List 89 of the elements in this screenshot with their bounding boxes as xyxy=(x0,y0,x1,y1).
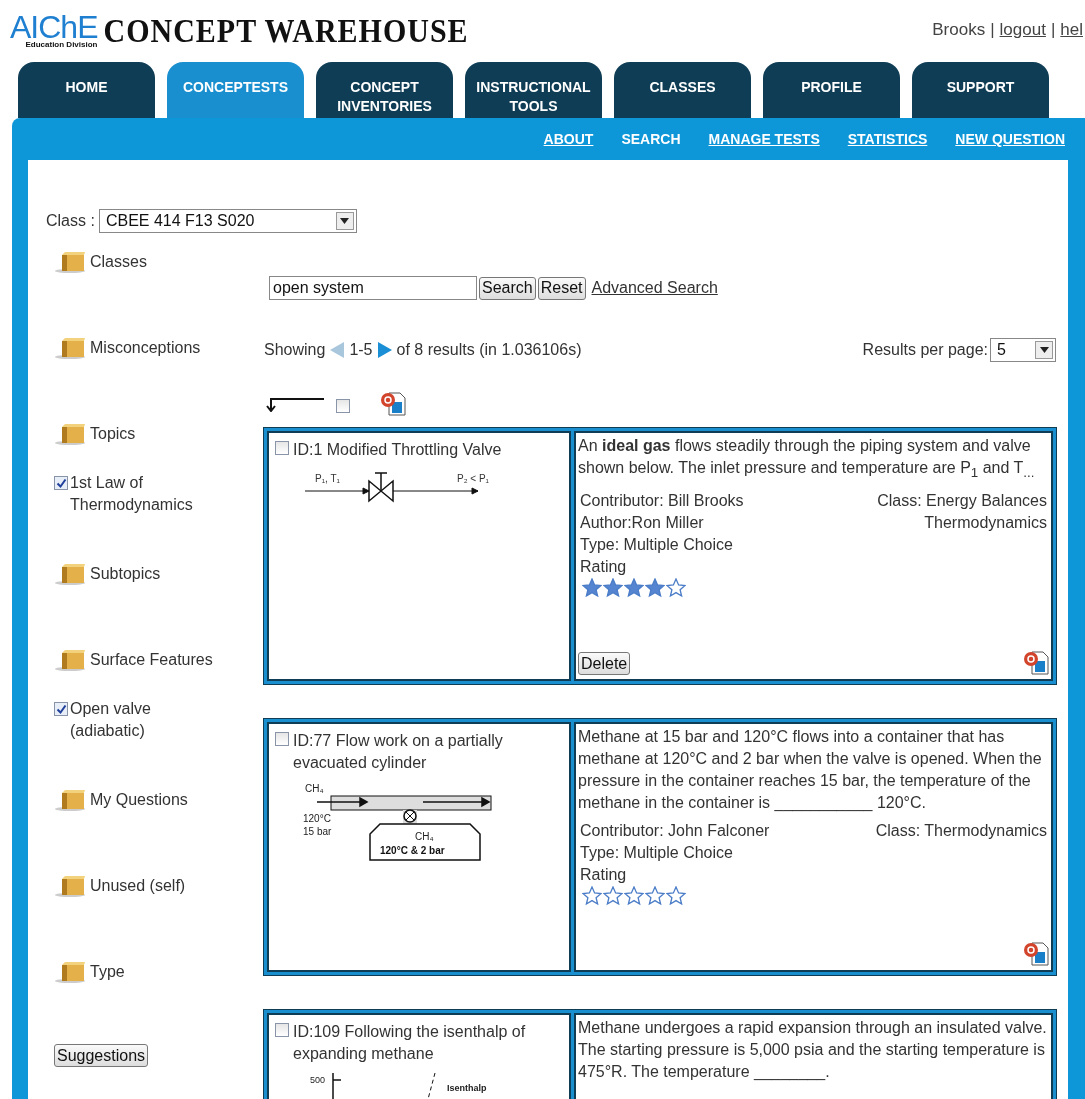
result-range: 1-5 xyxy=(349,341,373,359)
class-label: Class : xyxy=(46,212,95,230)
nav-tab[interactable]: INSTRUCTIONAL TOOLS xyxy=(465,62,602,118)
class-select[interactable]: CBEE 414 F13 S020 xyxy=(98,209,357,233)
category-folder[interactable]: Misconceptions xyxy=(90,339,201,357)
box-icon xyxy=(54,563,86,585)
question-checkbox[interactable] xyxy=(275,732,289,746)
site-title: CONCEPT WAREHOUSE xyxy=(103,12,469,50)
user-link[interactable]: hel xyxy=(1060,20,1083,40)
category-folder[interactable]: My Questions xyxy=(90,791,188,809)
nav-tab[interactable]: HOME xyxy=(18,62,155,118)
question-detail: Type: Multiple Choice xyxy=(580,535,734,556)
nav-tab[interactable]: CONCEPTESTS xyxy=(167,62,304,118)
delete-button[interactable]: Delete xyxy=(578,652,631,675)
suggestions-button[interactable]: Suggestions xyxy=(54,1044,149,1067)
next-icon[interactable] xyxy=(376,341,393,359)
valve-diagram: P₁, T₁ P₂ < P₁ xyxy=(295,469,495,509)
tank-diagram: CH₄ 120°C 15 bar CH₄ 120°C & 2 bar xyxy=(295,782,515,862)
advanced-search-link[interactable]: Advanced Search xyxy=(591,279,718,297)
dropdown-arrow-icon xyxy=(1039,347,1049,353)
export-icon[interactable] xyxy=(380,392,406,416)
user-link[interactable]: logout xyxy=(999,20,1046,40)
box-icon xyxy=(54,961,86,983)
results-summary: of 8 results (in 1.036106s) xyxy=(396,341,582,359)
category-folder[interactable]: Type xyxy=(90,963,125,981)
user-name: Brooks xyxy=(932,20,986,40)
star-icon xyxy=(645,886,665,906)
per-page-select[interactable]: 5 xyxy=(990,338,1056,362)
filter-checkbox[interactable] xyxy=(54,476,68,490)
question-text: An ideal gas flows steadily through the piping system and valve shown below. The inlet pressure and temperature are P$_{1}$ and T$_{...}$ xyxy=(578,436,1036,483)
category-folder[interactable]: Surface Features xyxy=(90,651,213,669)
star-icon xyxy=(582,886,602,906)
question-detail: Rating xyxy=(580,557,628,578)
question-detail: Rating xyxy=(580,865,628,885)
showing-label: Showing xyxy=(264,341,326,359)
separator: | xyxy=(990,20,995,40)
class-detail: Class: Energy Balances xyxy=(877,491,1047,512)
question-text: Methane undergoes a rapid expansion through an insulated valve. The starting pressure is 5,000 psia and the starting temperature is 475°R. The temperature ________. xyxy=(578,1018,1048,1083)
nav-tab[interactable]: CLASSES xyxy=(614,62,751,118)
question-title[interactable]: ID:109 Following the isenthalp of expanding methane xyxy=(293,1021,563,1065)
logo-subtitle: Education Division xyxy=(25,40,98,49)
search-button[interactable]: Search xyxy=(479,276,536,300)
filter-checkbox[interactable] xyxy=(54,702,68,716)
export-icon[interactable] xyxy=(1023,942,1049,966)
question-detail: Author:Ron Miller xyxy=(580,513,705,534)
star-icon xyxy=(624,886,644,906)
per-page-label: Results per page: xyxy=(862,341,988,359)
logo-mark: AIChE xyxy=(10,12,98,42)
question-title[interactable]: ID:1 Modified Throttling Valve xyxy=(293,439,502,461)
select-all-arrow-icon xyxy=(264,396,324,412)
question-checkbox[interactable] xyxy=(275,441,289,455)
previous-icon[interactable] xyxy=(329,341,346,359)
category-folder[interactable]: Unused (self) xyxy=(90,877,186,895)
star-icon xyxy=(603,578,623,599)
select-all-checkbox[interactable] xyxy=(336,399,350,413)
box-icon xyxy=(54,875,86,897)
nav-tab[interactable]: CONCEPT INVENTORIES xyxy=(316,62,453,118)
isenthalp-plot-drawing: 500 Isenthalp xyxy=(295,1073,495,1099)
box-icon xyxy=(54,789,86,811)
nav-tab[interactable]: SUPPORT xyxy=(912,62,1049,118)
nav-tab[interactable]: PROFILE xyxy=(763,62,900,118)
star-icon xyxy=(666,578,686,599)
star-icon xyxy=(624,578,644,599)
star-icon xyxy=(603,886,623,906)
question-checkbox[interactable] xyxy=(275,1023,289,1037)
question-detail: Type: Multiple Choice xyxy=(580,843,734,863)
box-icon xyxy=(54,649,86,671)
question-detail: Contributor: John Falconer xyxy=(580,821,770,841)
box-icon xyxy=(54,251,86,273)
box-icon xyxy=(54,423,86,445)
search-button[interactable]: Reset xyxy=(537,276,586,300)
search-field[interactable]: open system xyxy=(269,276,477,300)
class-detail: Class: Thermodynamics xyxy=(875,821,1047,841)
star-icon xyxy=(645,578,665,599)
box-icon xyxy=(54,337,86,359)
separator: | xyxy=(1050,20,1056,40)
filter-label: Open valve (adiabatic) xyxy=(70,699,152,741)
dropdown-arrow-icon xyxy=(340,218,350,224)
category-folder[interactable]: Topics xyxy=(90,425,136,443)
filter-label: 1st Law of Thermodynamics xyxy=(70,473,194,515)
category-folder[interactable]: Classes xyxy=(90,253,147,271)
star-icon xyxy=(666,886,686,906)
question-detail: Contributor: Bill Brooks xyxy=(580,491,744,512)
category-folder[interactable]: Subtopics xyxy=(90,565,161,583)
star-icon xyxy=(582,578,602,599)
class-detail: Thermodynamics xyxy=(924,513,1047,534)
question-title[interactable]: ID:77 Flow work on a partially evacuated cylinder xyxy=(293,730,563,774)
export-icon[interactable] xyxy=(1023,651,1049,675)
question-text: Methane at 15 bar and 120°C flows into a container that has methane at 120°C and 2 bar when the valve is opened. When the pressure in the container reaches 15 bar, the temperature of the methane in the container is ___________ 120°C. xyxy=(578,727,1043,814)
